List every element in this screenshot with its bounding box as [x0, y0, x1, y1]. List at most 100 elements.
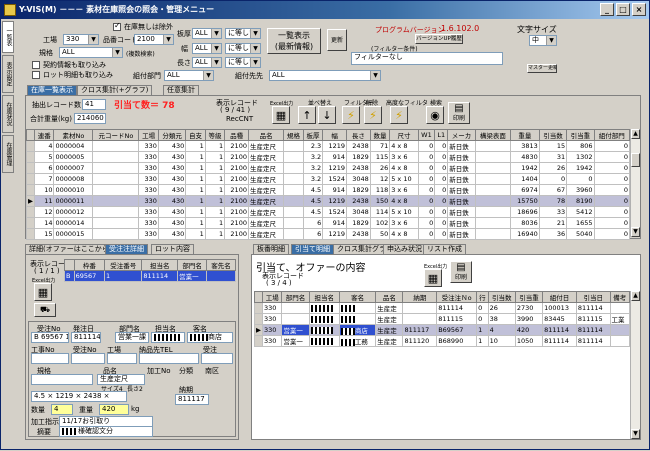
allocation-grid-header[interactable]: 組付日 — [542, 291, 577, 303]
product-code-select[interactable]: 2100 — [134, 34, 174, 45]
table-row[interactable]: 5 0000005 330 430 1 1 2100 生産定尺 3.2 914 1829 115 3 x… — [26, 151, 631, 163]
assembly-dept-select[interactable]: ALL — [164, 70, 214, 81]
table-row[interactable]: 10 0000010 330 430 1 1 2100 生産定尺 4.5 914 1829 118 3 … — [26, 184, 631, 196]
allocation-grid-header[interactable]: 部門名 — [281, 291, 310, 303]
order-mini-grid[interactable]: 枠番 受注番号 担当名 部門名 客先名 B 69567 1 811114 営業一 — [64, 259, 236, 282]
row-selector[interactable] — [26, 206, 35, 218]
allocation-grid-header[interactable]: 工場 — [261, 291, 283, 303]
advanced-filter-button[interactable]: ⚡ — [390, 106, 408, 124]
allocation-grid[interactable]: 工場 部門名 担当名 客名 品名 納期 受注注Ｎo 行引当数 引当重 組付日 引当日 備考 330 生産… — [254, 291, 631, 347]
update-button[interactable]: 更新 — [327, 29, 347, 51]
staff-field[interactable] — [151, 332, 185, 343]
thickness-select[interactable]: ALL — [192, 28, 222, 39]
contract-info-checkbox[interactable] — [32, 61, 40, 69]
allocation-grid-header[interactable]: 備考 — [609, 291, 631, 303]
table-row[interactable]: 14 0000014 330 430 1 1 2100 生産定尺 6 914 1829 102 3 x … — [26, 217, 631, 229]
remark-field[interactable]: 様確認文分 — [59, 426, 153, 437]
alloc-print-button[interactable]: ▤ 印刷 — [450, 261, 472, 283]
tab-stock-list[interactable]: 在庫一覧表示 — [27, 85, 77, 95]
stock-grid-header[interactable]: 連番 — [33, 129, 55, 141]
tab-cross-total[interactable]: クロス集計(+グラフ) — [77, 85, 153, 95]
allocation-grid-header[interactable]: 受注注Ｎo — [436, 291, 478, 303]
minimize-button[interactable]: _ — [600, 3, 614, 16]
length-select[interactable]: ALL — [192, 57, 222, 68]
stock-grid-header[interactable]: W1 — [417, 129, 436, 141]
due-date-field[interactable]: 811117 — [175, 394, 209, 405]
row-selector[interactable]: ▶ — [26, 195, 35, 207]
row-selector[interactable] — [26, 184, 35, 196]
stock-grid-scrollbar[interactable]: ▲ ▼ — [630, 129, 640, 237]
scroll-up-arrow[interactable]: ▲ — [631, 291, 640, 301]
width-op-select[interactable]: に等しい — [225, 43, 261, 54]
tab-lot-content[interactable]: ロット内容 — [151, 244, 194, 254]
thickness-op-select[interactable]: に等しい — [225, 28, 261, 39]
order-grid-header[interactable]: 受注番号 — [104, 259, 143, 271]
table-row[interactable]: 330 生産定 811114 0 26 2730 100013 811114 — [254, 302, 631, 314]
stock-grid-header[interactable]: メーカ — [447, 129, 476, 141]
sort-desc-button[interactable]: ↓ — [318, 106, 336, 124]
exclude-no-stock-checkbox[interactable] — [113, 21, 121, 31]
stock-grid-header[interactable]: 長さ — [345, 129, 371, 141]
row-selector[interactable] — [26, 151, 35, 163]
table-row[interactable]: 330 生産定 811115 0 38 3990 83445 811115 工業 — [254, 313, 631, 325]
tab-custom-total[interactable]: 任意集計 — [163, 85, 199, 95]
allocation-grid-header[interactable]: 担当名 — [308, 291, 340, 303]
allocation-grid-header[interactable]: 客名 — [338, 291, 377, 303]
row-selector[interactable] — [26, 228, 35, 240]
table-row[interactable]: ▶ 11 0000011 330 430 1 1 2100 生産定尺 4.5 1219 2438 150… — [26, 195, 631, 207]
table-row[interactable]: 6 0000007 330 430 1 1 2100 生産定尺 3.2 1219 2438 26 4 x… — [26, 162, 631, 174]
order-no-field[interactable]: B 69567 1 — [31, 332, 69, 343]
row-selector[interactable] — [26, 162, 35, 174]
stock-grid[interactable]: 連番 素材No 元コードNo 工場 分類元 自支 等級 品種 品名 規格 板厚幅長さ 数量 尺寸 W1 L1… — [26, 129, 631, 240]
detail-excel-button[interactable]: ▦ — [34, 283, 52, 301]
stock-grid-header[interactable]: 自支 — [185, 129, 206, 141]
stock-grid-header[interactable]: 引当重 — [566, 129, 595, 141]
search-button[interactable]: ◉ — [426, 106, 444, 124]
stock-grid-header[interactable]: 品名 — [247, 129, 285, 141]
print-button[interactable]: ▤ 印刷 — [448, 102, 470, 124]
table-row[interactable]: 15 0000015 330 430 1 1 2100 生産定尺 6 1219 2438 50 4 x … — [26, 228, 631, 240]
table-row[interactable]: B 69567 1 811114 営業一 — [64, 270, 236, 282]
table-row[interactable]: 12 0000012 330 430 1 1 2100 生産定尺 4.5 1524 3048 114 5… — [26, 206, 631, 218]
assembly-dest-select[interactable]: ALL — [269, 70, 381, 81]
filter-condition-field[interactable]: フィルターなし — [351, 52, 503, 65]
order-grid-header[interactable]: 枠番 — [73, 259, 106, 271]
receipt-no-field[interactable] — [71, 353, 105, 364]
tab-allocation-detail[interactable]: 引当て明細 — [291, 244, 334, 254]
font-size-select[interactable]: 中 — [529, 35, 557, 46]
stock-grid-header[interactable]: 幅 — [322, 129, 347, 141]
stock-grid-header[interactable]: 分類元 — [157, 129, 187, 141]
stock-grid-header[interactable]: 構梁表面 — [474, 129, 511, 141]
table-row[interactable]: 7 0000008 330 430 1 1 2100 生産定尺 3.2 1524 3048 12 5 x… — [26, 173, 631, 185]
factory-select[interactable]: 330 — [63, 34, 99, 45]
tab-order-detail[interactable]: 受注注詳細 — [105, 244, 148, 254]
side-tab-list[interactable]: 一覧表 — [2, 21, 14, 53]
tab-detail[interactable]: 詳細(オファーはここから) — [25, 244, 116, 254]
lot-detail-checkbox[interactable] — [32, 71, 40, 79]
allocation-grid-header[interactable]: 行 — [476, 291, 489, 303]
stock-grid-header[interactable]: 素材No — [53, 129, 94, 141]
stock-grid-header[interactable]: 引当数 — [538, 129, 568, 141]
allocation-grid-header[interactable]: 品名 — [375, 291, 404, 303]
excel-export-button[interactable]: ▦ — [272, 106, 290, 124]
stock-grid-header[interactable]: 等級 — [204, 129, 226, 141]
spec-select[interactable]: ALL — [59, 47, 123, 58]
tab-list-create[interactable]: リスト作成 — [423, 244, 466, 254]
allocation-grid-header[interactable] — [254, 291, 263, 303]
order-grid-header[interactable]: 部門名 — [177, 259, 208, 271]
side-tab-display[interactable]: 表示設定 — [2, 55, 14, 93]
stock-grid-header[interactable]: 尺寸 — [389, 129, 419, 141]
row-selector[interactable] — [26, 173, 35, 185]
tab-application-status[interactable]: 申込み状況 — [383, 244, 426, 254]
side-tab-stock-manage[interactable]: 在庫管理 — [2, 135, 14, 173]
list-show-button[interactable]: 一覧表示 (最新情報) — [267, 28, 321, 54]
allocation-grid-scrollbar[interactable]: ▲ ▼ — [630, 291, 640, 439]
version-history-button[interactable]: バージョンUP履歴 — [415, 34, 463, 44]
alloc-excel-button[interactable]: ▦ — [424, 269, 442, 287]
allocation-grid-header[interactable]: 納期 — [402, 291, 438, 303]
customer-field[interactable]: 商店 — [187, 332, 233, 343]
allocation-grid-header[interactable]: 引当日 — [575, 291, 611, 303]
close-button[interactable]: × — [632, 3, 646, 16]
allocation-grid-header[interactable]: 引当重 — [514, 291, 544, 303]
allocation-grid-header[interactable]: 引当数 — [487, 291, 516, 303]
